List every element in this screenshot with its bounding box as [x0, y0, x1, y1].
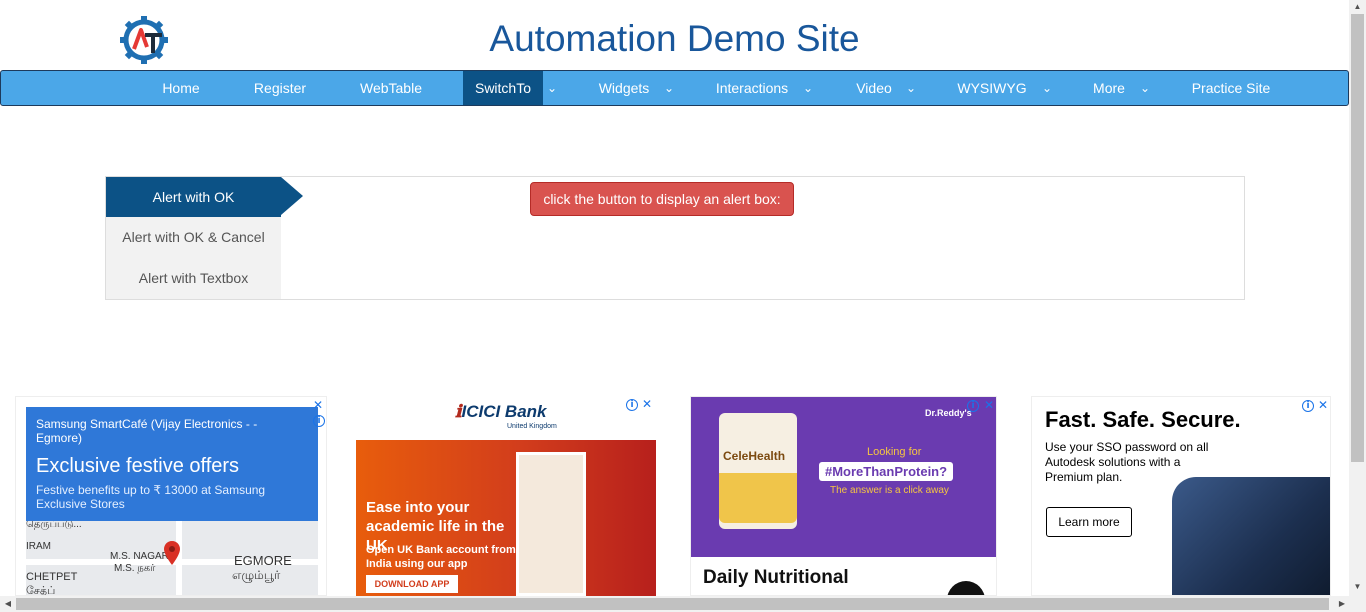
ad-icici[interactable]: ℹICICI Bank United Kingdom i ✕ Ease into…	[345, 396, 657, 596]
next-arrow-icon[interactable]	[947, 581, 985, 595]
nav-video[interactable]: Video	[847, 71, 901, 105]
tab-alert-textbox[interactable]: Alert with Textbox	[106, 258, 281, 298]
close-icon[interactable]: ✕	[1318, 398, 1328, 412]
vertical-scroll-thumb[interactable]	[1351, 14, 1364, 462]
nav-more[interactable]: More	[1085, 71, 1133, 105]
close-icon[interactable]: ✕	[984, 398, 994, 412]
door-illustration	[516, 452, 586, 596]
scroll-up-arrow-icon[interactable]: ▲	[1349, 0, 1366, 14]
page: Automation Demo Site Home Register WebTa…	[0, 0, 1366, 612]
tab-alert-with-ok[interactable]: Alert with OK	[106, 177, 281, 217]
nav-wysiwyg[interactable]: WYSIWYG	[949, 71, 1035, 105]
learn-more-button[interactable]: Learn more	[1046, 507, 1132, 537]
drreddys-tagline: The answer is a click away	[830, 485, 949, 496]
nav-home[interactable]: Home	[151, 71, 211, 105]
icici-body: Open UK Bank account from India using ou…	[366, 544, 516, 570]
drreddys-ad-banner[interactable]: CeleHealth Dr.Reddy's Looking for #MoreT…	[691, 397, 996, 557]
scroll-down-arrow-icon[interactable]: ▼	[1349, 580, 1366, 594]
icici-brand: ℹICICI Bank	[455, 402, 547, 421]
ad-autodesk[interactable]: Fast. Safe. Secure. Use your SSO passwor…	[1031, 396, 1331, 596]
more-chevron-down-icon[interactable]: ⌄	[1137, 71, 1153, 105]
wysiwyg-chevron-down-icon[interactable]: ⌄	[1039, 71, 1055, 105]
scroll-left-arrow-icon[interactable]: ◀	[0, 596, 16, 612]
nav-widgets[interactable]: Widgets	[591, 71, 657, 105]
product-can-image: CeleHealth	[719, 413, 797, 529]
close-icon[interactable]: ✕	[313, 398, 323, 412]
map-label: தெருப்படு...	[26, 521, 82, 530]
map-label: M.S. நகர்	[114, 563, 156, 574]
alert-tabs: Alert with OK Alert with OK & Cancel Ale…	[106, 177, 281, 299]
map-label: எழும்பூர்	[232, 568, 281, 582]
samsung-headline: Exclusive festive offers	[36, 455, 240, 477]
horizontal-scrollbar[interactable]: ◀ ▶	[0, 596, 1366, 612]
samsung-body: Festive benefits up to ₹ 13000 at Samsun…	[36, 483, 266, 511]
tab-alert-ok-cancel[interactable]: Alert with OK & Cancel	[106, 217, 281, 257]
interactions-chevron-down-icon[interactable]: ⌄	[800, 71, 816, 105]
active-tab-arrow	[281, 177, 303, 215]
site-title: Automation Demo Site	[489, 18, 860, 59]
display-alert-button[interactable]: click the button to display an alert box…	[530, 182, 794, 216]
drreddys-hashtag: #MoreThanProtein?	[819, 462, 954, 481]
widgets-chevron-down-icon[interactable]: ⌄	[661, 71, 677, 105]
alert-panel: Alert with OK Alert with OK & Cancel Ale…	[105, 176, 1245, 300]
samsung-map[interactable]: தெருப்படு... IRAM M.S. NAGAR M.S. நகர் E…	[26, 521, 318, 596]
ad-info-icon[interactable]: i	[313, 415, 325, 427]
ad-drreddys[interactable]: CeleHealth Dr.Reddy's Looking for #MoreT…	[690, 396, 997, 596]
map-pin-icon	[164, 541, 180, 565]
horizontal-scroll-thumb[interactable]	[16, 598, 1329, 610]
video-chevron-down-icon[interactable]: ⌄	[903, 71, 919, 105]
map-label: சேத்ப்	[26, 585, 56, 596]
nav-switchto[interactable]: SwitchTo	[463, 71, 543, 105]
autodesk-headline: Fast. Safe. Secure.	[1045, 407, 1241, 432]
map-label: CHETPET	[26, 571, 78, 583]
people-working-image	[1172, 477, 1330, 595]
icici-download-button[interactable]: DOWNLOAD APP	[366, 575, 458, 593]
main-navbar: Home Register WebTable SwitchTo ⌄ Widget…	[0, 70, 1349, 106]
product-name: CeleHealth	[723, 449, 786, 463]
icici-region: United Kingdom	[507, 423, 557, 430]
nav-interactions[interactable]: Interactions	[707, 71, 797, 105]
nav-practice-site[interactable]: Practice Site	[1181, 71, 1281, 105]
vertical-scrollbar[interactable]: ▲ ▼	[1349, 0, 1366, 596]
samsung-ad-banner[interactable]: Samsung SmartCafé (Vijay Electronics - -…	[26, 407, 318, 521]
samsung-store-name: Samsung SmartCafé (Vijay Electronics - -…	[36, 417, 258, 445]
drreddys-brand: Dr.Reddy's	[925, 408, 972, 418]
ad-info-icon[interactable]: i	[967, 400, 979, 412]
drreddys-title: Daily Nutritional	[703, 567, 849, 588]
map-label: IRAM	[26, 541, 51, 552]
nav-webtable[interactable]: WebTable	[351, 71, 431, 105]
map-label: EGMORE	[234, 553, 292, 568]
scroll-right-arrow-icon[interactable]: ▶	[1334, 596, 1350, 612]
switchto-chevron-down-icon[interactable]: ⌄	[544, 71, 560, 105]
ad-info-icon[interactable]: i	[1302, 400, 1314, 412]
icici-ad-banner[interactable]: Ease into your academic life in the UK O…	[356, 440, 656, 596]
map-label: M.S. NAGAR	[110, 551, 169, 562]
ad-info-icon[interactable]: i	[626, 399, 638, 411]
looking-for-text: Looking for	[867, 446, 922, 458]
nav-register[interactable]: Register	[247, 71, 313, 105]
close-icon[interactable]: ✕	[642, 397, 652, 411]
ad-samsung[interactable]: Samsung SmartCafé (Vijay Electronics - -…	[15, 396, 327, 596]
